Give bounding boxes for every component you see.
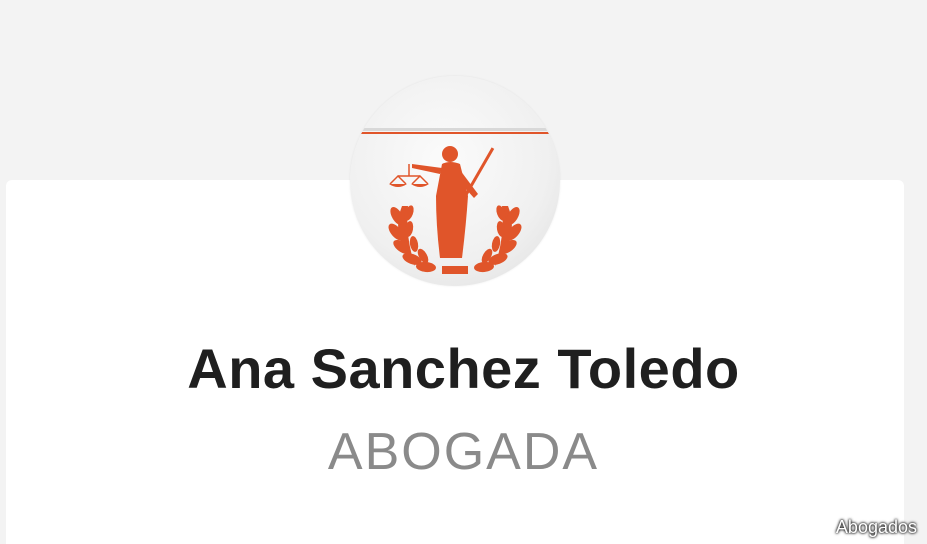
avatar[interactable] <box>350 76 560 286</box>
profile-role: ABOGADA <box>327 423 600 481</box>
profile-name: Ana Sanchez Toledo <box>187 337 740 400</box>
watermark: Abogados <box>835 517 917 537</box>
profile-page: Ana Sanchez Toledo ABOGADA Abogados <box>0 0 927 544</box>
lady-justice-logo-icon <box>360 128 550 274</box>
